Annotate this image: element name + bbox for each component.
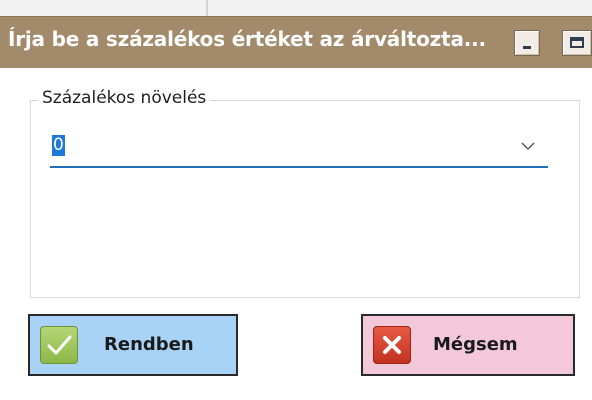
combobox-value[interactable]: 0 xyxy=(52,135,65,156)
minimize-icon xyxy=(523,46,531,49)
ok-button[interactable]: Rendben xyxy=(28,314,238,376)
background-divider xyxy=(206,0,208,16)
background-window-strip xyxy=(0,0,592,16)
dialog-window: Írja be a százalékos értéket az árváltoz… xyxy=(0,0,592,400)
title-bar[interactable]: Írja be a százalékos értéket az árváltoz… xyxy=(0,16,592,68)
x-icon xyxy=(373,326,411,364)
minimize-button[interactable] xyxy=(514,30,540,56)
window-title: Írja be a százalékos értéket az árváltoz… xyxy=(8,27,486,51)
cancel-button-label: Mégsem xyxy=(433,334,518,355)
chevron-down-icon[interactable] xyxy=(520,138,536,154)
cancel-button[interactable]: Mégsem xyxy=(361,314,575,376)
checkmark-icon xyxy=(40,326,78,364)
ok-button-label: Rendben xyxy=(104,334,194,355)
percent-combobox[interactable]: 0 xyxy=(50,126,548,168)
maximize-button[interactable] xyxy=(562,30,592,56)
groupbox-legend: Százalékos növelés xyxy=(38,88,211,108)
dialog-body: Százalékos növelés 0 Rendben Mégsem xyxy=(0,68,592,400)
maximize-icon xyxy=(570,37,584,48)
